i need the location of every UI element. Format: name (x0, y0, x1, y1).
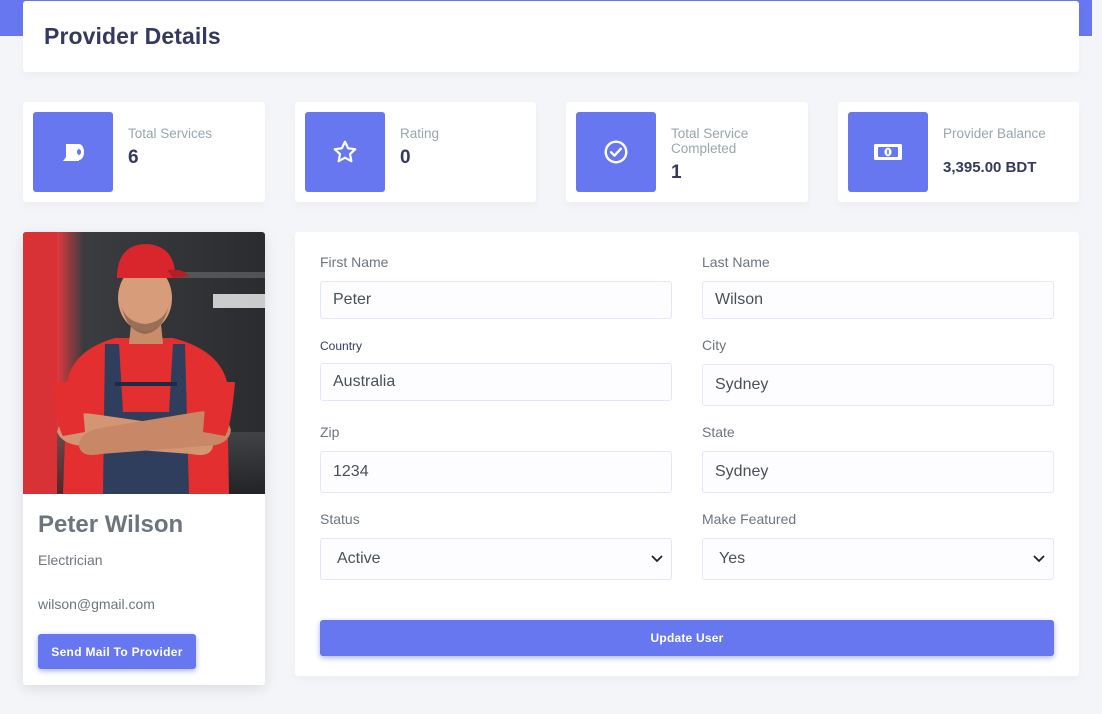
last-name-label: Last Name (702, 254, 770, 270)
update-user-button[interactable]: Update User (320, 620, 1054, 656)
zip-label: Zip (320, 424, 340, 440)
stat-label: Rating (400, 126, 440, 141)
stat-card-provider-balance: Provider Balance 3,395.00 BDT (838, 102, 1079, 202)
page-title: Provider Details (44, 23, 221, 49)
stat-card-total-service-completed: Total Service Completed 1 (566, 102, 808, 202)
provider-edit-form: First Name Last Name Country City Zip St… (295, 232, 1079, 676)
stat-value: 1 (671, 162, 682, 183)
provider-photo (23, 232, 265, 494)
stat-label: Provider Balance (943, 126, 1046, 141)
provider-role: Electrician (38, 552, 103, 568)
make-featured-select[interactable]: Yes (702, 538, 1054, 580)
country-input[interactable] (320, 363, 672, 401)
country-label: Country (320, 339, 363, 353)
provider-email: wilson@gmail.com (38, 596, 155, 612)
status-label: Status (320, 511, 360, 527)
featured-selected-value: Yes (719, 550, 746, 567)
stat-value: 0 (400, 147, 411, 168)
status-selected-value: Active (337, 550, 381, 567)
state-input[interactable] (702, 451, 1054, 493)
provider-name: Peter Wilson (38, 511, 184, 538)
chevron-down-icon (651, 555, 663, 563)
chevron-down-icon (1033, 555, 1045, 563)
check-circle-icon (576, 112, 656, 192)
city-label: City (702, 337, 727, 353)
first-name-input[interactable] (320, 281, 672, 319)
state-label: State (702, 424, 735, 440)
city-input[interactable] (702, 364, 1054, 406)
status-select[interactable]: Active (320, 538, 672, 580)
stat-label: Total Services (128, 126, 213, 141)
send-mail-button[interactable]: Send Mail To Provider (38, 634, 196, 669)
stat-label: Total Service Completed (671, 126, 749, 156)
zip-input[interactable] (320, 451, 672, 493)
provider-profile-card: Peter Wilson Electrician wilson@gmail.co… (23, 232, 265, 685)
star-icon (305, 112, 385, 192)
stat-card-rating: Rating 0 (295, 102, 536, 202)
last-name-input[interactable] (702, 281, 1054, 319)
stat-value: 6 (128, 147, 139, 168)
first-name-label: First Name (320, 254, 389, 270)
make-featured-label: Make Featured (702, 511, 797, 527)
money-bill-icon (848, 112, 928, 192)
page-header: Provider Details (23, 1, 1079, 72)
stat-value: 3,395.00 BDT (943, 159, 1037, 176)
toilet-paper-icon (33, 112, 113, 192)
stat-card-total-services: Total Services 6 (23, 102, 265, 202)
